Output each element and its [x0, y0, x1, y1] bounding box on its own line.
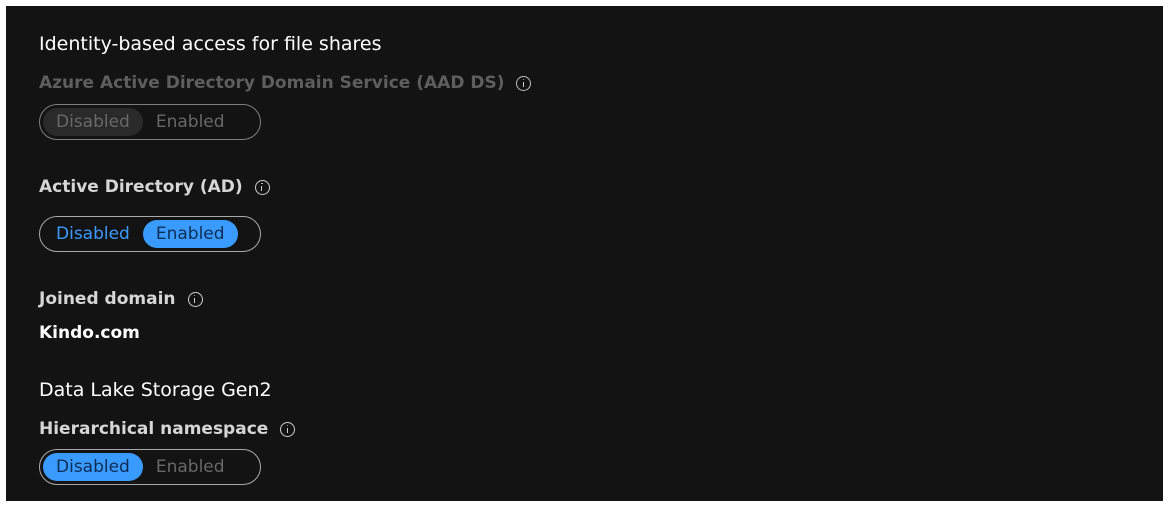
info-icon[interactable] [516, 75, 532, 91]
aadds-label: Azure Active Directory Domain Service (A… [39, 73, 505, 93]
aadds-toggle: Disabled Enabled [39, 104, 261, 140]
info-icon[interactable] [187, 291, 203, 307]
hns-label: Hierarchical namespace [39, 419, 269, 439]
aadds-label-row: Azure Active Directory Domain Service (A… [39, 72, 532, 94]
hns-disabled-option[interactable]: Disabled [43, 453, 143, 481]
section-title-datalake: Data Lake Storage Gen2 [39, 379, 272, 401]
joined-domain-label-row: Joined domain [39, 288, 203, 310]
aadds-disabled-option: Disabled [43, 108, 143, 136]
section-title-identity: Identity-based access for file shares [39, 33, 382, 55]
ad-disabled-option[interactable]: Disabled [43, 220, 143, 248]
ad-label: Active Directory (AD) [39, 177, 243, 197]
info-icon[interactable] [280, 421, 296, 437]
hns-enabled-option[interactable]: Enabled [143, 453, 238, 481]
aadds-enabled-option: Enabled [155, 112, 225, 132]
hns-label-row: Hierarchical namespace [39, 418, 296, 440]
settings-panel: Identity-based access for file shares Az… [6, 6, 1163, 501]
ad-label-row: Active Directory (AD) [39, 176, 270, 198]
hns-toggle[interactable]: Disabled Enabled [39, 449, 261, 485]
joined-domain-label: Joined domain [39, 289, 176, 309]
ad-toggle[interactable]: Disabled Enabled [39, 216, 261, 252]
joined-domain-value: Kindo.com [39, 323, 140, 343]
info-icon[interactable] [254, 179, 270, 195]
ad-enabled-option[interactable]: Enabled [142, 220, 238, 248]
